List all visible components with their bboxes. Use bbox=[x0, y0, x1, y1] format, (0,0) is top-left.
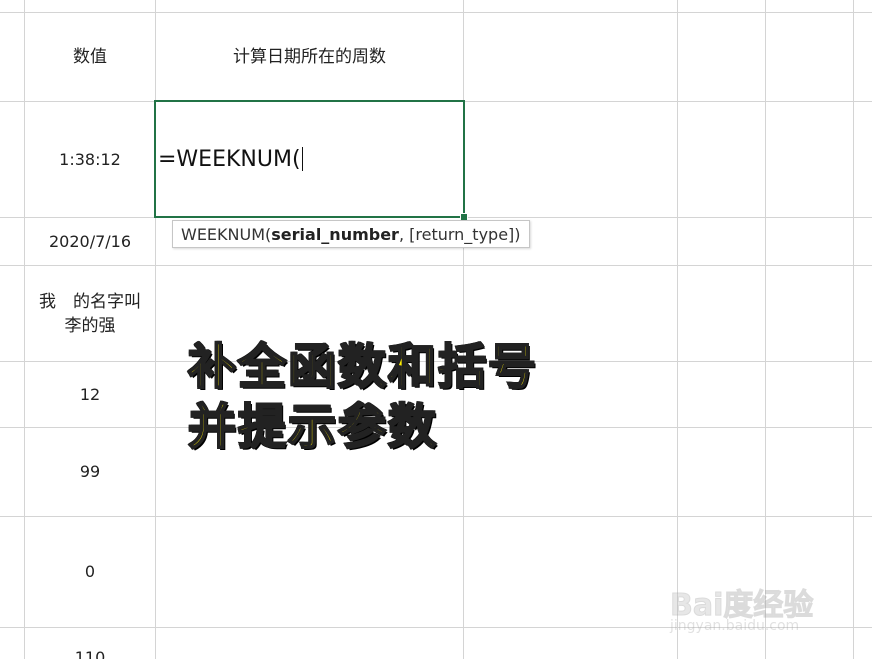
value-cell[interactable]: 110 bbox=[25, 646, 155, 659]
header-cell-weeknum[interactable]: 计算日期所在的周数 bbox=[156, 13, 463, 101]
value-cell[interactable]: 我 的名字叫 李的强 bbox=[25, 266, 155, 361]
formula-text: =WEEKNUM( bbox=[158, 146, 301, 172]
value-cell[interactable]: 99 bbox=[25, 428, 155, 516]
header-value-label: 数值 bbox=[73, 47, 107, 67]
cell-text: 110 bbox=[74, 648, 106, 659]
column-gridline bbox=[677, 0, 678, 659]
active-cell-editor[interactable]: =WEEKNUM( bbox=[154, 100, 465, 218]
value-cell[interactable]: 2020/7/16 bbox=[25, 218, 155, 265]
value-cell[interactable]: 0 bbox=[25, 517, 155, 627]
spreadsheet-grid: 数值 计算日期所在的周数 1:38:12 2020/7/16 我 的名字叫 李的… bbox=[0, 0, 872, 659]
cell-text: 0 bbox=[84, 562, 96, 581]
tooltip-remaining-arguments: , [return_type]) bbox=[398, 224, 521, 244]
cell-text: 2020/7/16 bbox=[48, 231, 132, 251]
caption-line-1: 补全函数和括号 bbox=[187, 338, 539, 396]
value-cell[interactable]: 1:38:12 bbox=[25, 102, 155, 217]
column-gridline bbox=[853, 0, 854, 659]
cell-text: 12 bbox=[79, 384, 101, 404]
baidu-jingyan-watermark: Bai度经验 jingyan.baidu.com bbox=[664, 566, 864, 646]
value-cell[interactable]: 12 bbox=[25, 362, 155, 427]
watermark-url: jingyan.baidu.com bbox=[670, 618, 800, 634]
header-weeknum-label: 计算日期所在的周数 bbox=[233, 47, 386, 67]
column-gridline bbox=[765, 0, 766, 659]
header-cell-value[interactable]: 数值 bbox=[25, 13, 155, 101]
cell-text: 99 bbox=[79, 462, 101, 481]
caption-line-2: 并提示参数 bbox=[187, 398, 439, 456]
cell-text: 我 的名字叫 李的强 bbox=[39, 291, 141, 336]
text-cursor bbox=[301, 147, 303, 171]
tooltip-current-argument: serial_number bbox=[271, 224, 399, 244]
function-argument-tooltip[interactable]: WEEKNUM(serial_number, [return_type]) bbox=[172, 220, 530, 248]
tooltip-function-name: WEEKNUM( bbox=[181, 224, 272, 244]
column-gridline bbox=[463, 0, 464, 659]
cell-text: 1:38:12 bbox=[59, 149, 121, 169]
